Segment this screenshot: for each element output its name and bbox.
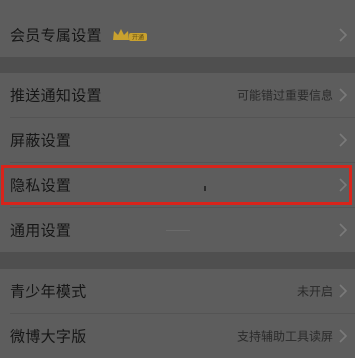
chevron-right-icon [339,284,348,298]
settings-screen: 会员专属设置 开通 推送通知设置 可能错过重要信息 屏蔽设置 隐私设置 通用设置… [0,0,355,358]
cursor-mark [204,186,206,191]
chevron-right-icon [339,88,348,102]
vip-badge-text: 开通 [132,33,144,41]
chevron-right-icon [339,223,348,237]
chevron-right-icon [339,133,348,147]
image-artifact [166,230,190,231]
settings-item-label: 通用设置 [10,221,72,240]
section-gap [0,57,355,73]
settings-item-block[interactable]: 屏蔽设置 [0,118,355,162]
settings-item-label: 推送通知设置 [10,86,102,105]
settings-item-label: 会员专属设置 [10,26,102,45]
section-gap [0,252,355,269]
settings-item-privacy[interactable]: 隐私设置 [0,163,355,207]
settings-item-value: 可能错过重要信息 [236,88,333,103]
settings-item-value: 支持辅助工具读屏 [236,329,333,344]
settings-item-push-notifications[interactable]: 推送通知设置 可能错过重要信息 [0,73,355,117]
settings-item-label: 微博大字版 [10,327,87,346]
settings-item-label: 隐私设置 [10,176,72,195]
settings-item-youth-mode[interactable]: 青少年模式 未开启 [0,269,355,313]
settings-item-label: 屏蔽设置 [10,131,72,150]
settings-item-large-font[interactable]: 微博大字版 支持辅助工具读屏 [0,314,355,358]
chevron-right-icon [339,28,348,42]
settings-item-vip[interactable]: 会员专属设置 开通 [0,13,355,57]
chevron-right-icon [339,329,348,343]
vip-crown-badge-icon: 开通 [113,29,147,41]
chevron-right-icon [339,178,348,192]
settings-item-label: 青少年模式 [10,282,87,301]
settings-item-value: 未开启 [296,284,333,299]
